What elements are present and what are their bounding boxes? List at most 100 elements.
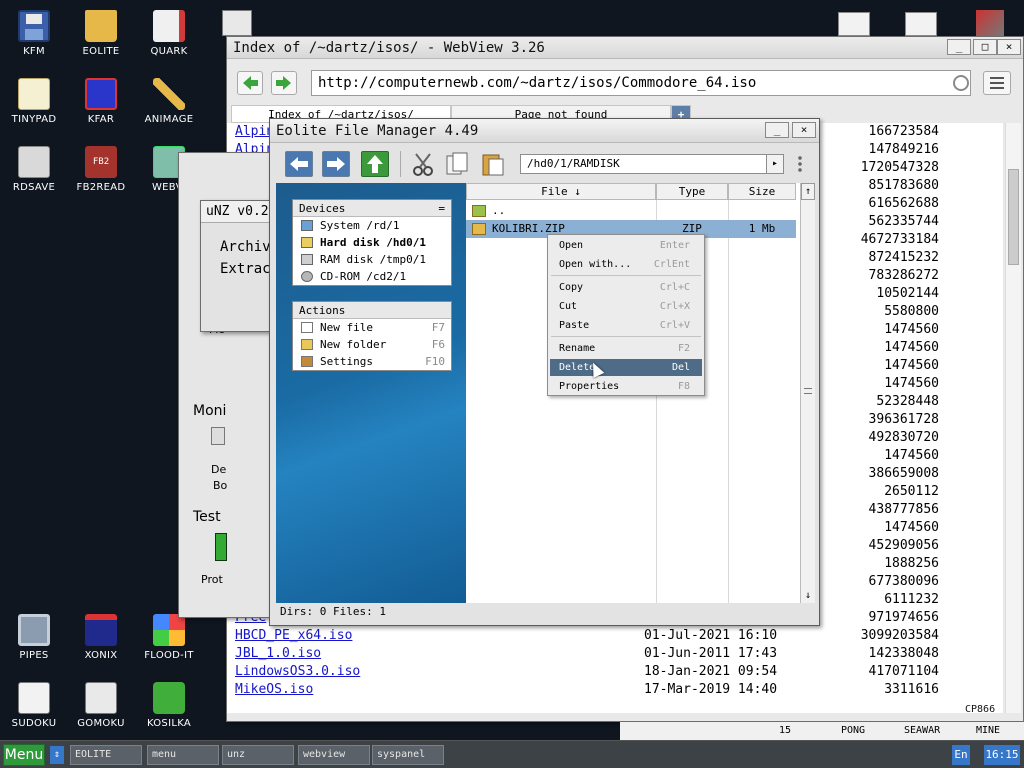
task-menu[interactable]: menu <box>147 745 219 765</box>
toolbar-divider <box>400 151 401 177</box>
bug-report-icon[interactable] <box>838 12 870 36</box>
desktop-icon-kfm[interactable]: KFM <box>0 10 68 57</box>
menu-item-copy[interactable]: Copy Crl+C <box>550 279 702 296</box>
task-unz[interactable]: unz <box>222 745 294 765</box>
tray-label-mine[interactable]: MINE <box>976 722 1000 740</box>
paste-button[interactable] <box>480 151 506 177</box>
action-item[interactable]: New file F7 <box>293 319 451 336</box>
calendar-icon[interactable] <box>905 12 937 36</box>
eolite-forward-button[interactable] <box>322 151 350 177</box>
refresh-icon[interactable] <box>953 75 969 91</box>
scrollbar-thumb[interactable] <box>1008 169 1019 265</box>
action-item[interactable]: New folder F6 <box>293 336 451 353</box>
menu-item-open[interactable]: Open Enter <box>550 237 702 254</box>
file-link[interactable]: MikeOS.iso <box>235 681 313 699</box>
desktop-icon-tinypad[interactable]: TINYPAD <box>0 78 68 125</box>
tools-icon[interactable] <box>976 10 1004 36</box>
scroll-down-arrow-icon[interactable]: ↓ <box>801 590 815 601</box>
eolite-back-button[interactable] <box>285 151 313 177</box>
url-bar[interactable]: http://computernewb.com/~dartz/isos/Comm… <box>311 70 971 96</box>
task-webview[interactable]: webview <box>298 745 370 765</box>
file-row[interactable]: .. <box>466 202 796 220</box>
back-button[interactable] <box>237 71 263 95</box>
webview-titlebar[interactable]: Index of /~dartz/isos/ - WebView 3.26 _ … <box>227 37 1023 59</box>
menu-item-shortcut: F2 <box>677 343 690 354</box>
devices-title: Devices <box>299 202 346 215</box>
eolite-up-button[interactable] <box>361 151 389 177</box>
eolite-minimize-button[interactable]: _ <box>765 122 789 138</box>
copy-icon <box>446 152 468 175</box>
menu-item-properties[interactable]: Properties F8 <box>550 378 702 395</box>
menu-item-delete[interactable]: Delete Del <box>550 359 702 376</box>
forward-button[interactable] <box>271 71 297 95</box>
language-indicator[interactable]: En <box>952 745 970 765</box>
device-item[interactable]: System /rd/1 <box>293 217 451 234</box>
desktop-icon-rdsave[interactable]: RDSAVE <box>0 146 68 193</box>
desktop-icon-quark[interactable]: QUARK <box>135 10 203 57</box>
eolite-close-button[interactable]: × <box>792 122 816 138</box>
copy-button[interactable] <box>444 151 470 177</box>
desktop-icon-pipes[interactable]: PIPES <box>0 614 68 661</box>
task-syspanel[interactable]: syspanel <box>372 745 444 765</box>
device-item[interactable]: CD-ROM /cd2/1 <box>293 268 451 285</box>
column-file[interactable]: File ↓ <box>466 183 656 200</box>
file-link[interactable]: LindowsOS3.0.iso <box>235 663 360 681</box>
device-item[interactable]: RAM disk /tmp0/1 <box>293 251 451 268</box>
codepage-label: CP866 <box>965 704 996 715</box>
file-size: 1888256 <box>884 556 939 571</box>
menu-item-open-with[interactable]: Open with... CrlEnt <box>550 256 702 273</box>
tray-label-pong[interactable]: PONG <box>841 722 865 740</box>
file-size: 971974656 <box>868 610 939 625</box>
scissors-icon <box>413 153 433 176</box>
task-eolite[interactable]: EOLITE <box>70 745 142 765</box>
webview-scrollbar[interactable] <box>1005 123 1021 713</box>
menu-item-paste[interactable]: Paste Crl+V <box>550 317 702 334</box>
file-size: 142338048 <box>868 646 939 661</box>
file-link[interactable]: HBCD_PE_x64.iso <box>235 627 352 645</box>
eolite-titlebar[interactable]: Eolite File Manager 4.49 _ × <box>270 119 819 143</box>
desktop-icon-xonix[interactable]: XONIX <box>67 614 135 661</box>
menu-item-cut[interactable]: Cut Crl+X <box>550 298 702 315</box>
eolite-path-field[interactable]: /hd0/1/RAMDISK <box>520 154 774 174</box>
desktop-icon-fb2read[interactable]: FB2 FB2READ <box>67 146 135 193</box>
desktop-icon-eolite[interactable]: EOLITE <box>67 10 135 57</box>
desktop-icon-kosilka[interactable]: KOSILKA <box>135 682 203 729</box>
devices-toggle[interactable]: = <box>438 200 445 217</box>
close-button[interactable]: × <box>997 39 1021 55</box>
bg-text-prot: Prot <box>201 573 223 586</box>
sort-up-button[interactable]: ↑ <box>801 183 815 200</box>
cut-button[interactable] <box>410 151 436 177</box>
menu-item-rename[interactable]: Rename F2 <box>550 340 702 357</box>
file-date: 01-Jun-2011 17:43 <box>644 646 778 661</box>
more-options-icon[interactable] <box>798 155 802 173</box>
desktop-icon-flood-it[interactable]: FLOOD-IT <box>135 614 203 661</box>
file-size: 1474560 <box>884 322 939 337</box>
desktop-icon-kfar[interactable]: KFAR <box>67 78 135 125</box>
desktop-icon-sudoku[interactable]: SUDOKU <box>0 682 68 729</box>
minimize-button[interactable]: _ <box>947 39 971 55</box>
file-size: 677380096 <box>868 574 939 589</box>
device-item[interactable]: Hard disk /hd0/1 <box>293 234 451 251</box>
action-item[interactable]: Settings F10 <box>293 353 451 370</box>
eolite-scrollbar[interactable]: ↑ ↓ <box>800 183 815 603</box>
eolite-title: Eolite File Manager 4.49 <box>276 123 479 139</box>
file-link[interactable]: JBL_1.0.iso <box>235 645 321 663</box>
clock[interactable]: 16:15 <box>984 745 1020 765</box>
new-folder-icon <box>301 339 313 350</box>
calculator-icon[interactable] <box>222 10 252 36</box>
desktop-icon-gomoku[interactable]: GOMOKU <box>67 682 135 729</box>
tray-label-seawar[interactable]: SEAWAR <box>904 722 940 740</box>
column-type[interactable]: Type <box>656 183 728 200</box>
maximize-button[interactable]: □ <box>973 39 997 55</box>
sudoku-icon <box>18 682 50 714</box>
path-go-button[interactable]: ▸ <box>766 154 784 174</box>
file-size: 851783680 <box>868 178 939 193</box>
column-size[interactable]: Size <box>728 183 796 200</box>
bg-chip-icon <box>215 533 227 561</box>
desktop-icon-animage[interactable]: ANIMAGE <box>135 78 203 125</box>
menu-item-shortcut: Enter <box>659 240 690 251</box>
hamburger-menu-button[interactable] <box>983 71 1011 95</box>
file-size: 1474560 <box>884 340 939 355</box>
menu-button[interactable]: Menu <box>3 744 45 766</box>
switch-tasks-button[interactable]: ⇕ <box>50 746 64 764</box>
